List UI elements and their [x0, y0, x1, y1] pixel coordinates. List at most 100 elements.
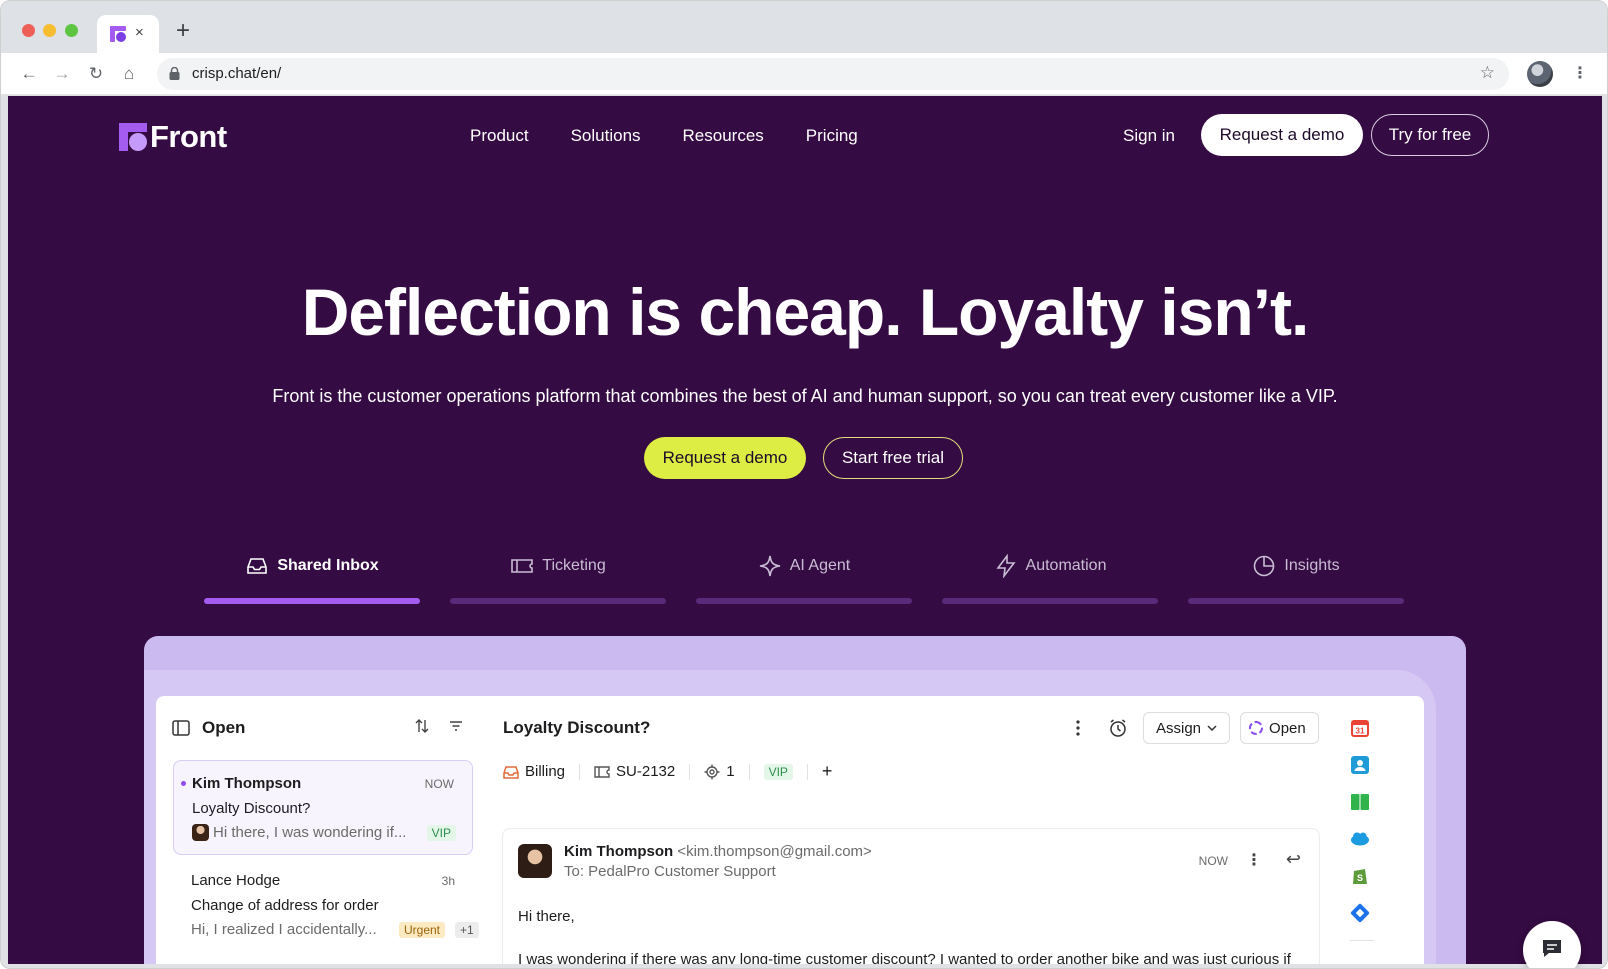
header-request-demo-button[interactable]: Request a demo — [1201, 114, 1363, 156]
tab-ticketing[interactable]: Ticketing — [450, 552, 666, 608]
tab-indicator — [1188, 598, 1404, 604]
sparkle-icon — [759, 555, 780, 577]
page-content: Front Product Solutions Resources Pricin… — [8, 96, 1602, 964]
email-time: NOW — [1198, 854, 1228, 868]
message-title: Loyalty Discount? — [503, 718, 651, 737]
divider — [579, 763, 581, 780]
tab-insights[interactable]: Insights — [1188, 552, 1404, 608]
email-more-icon[interactable]: ⋮ — [1246, 850, 1262, 870]
vip-tag[interactable]: VIP — [763, 763, 793, 780]
try-for-free-button[interactable]: Try for free — [1371, 114, 1489, 156]
more-tags-badge: +1 — [455, 922, 479, 938]
sidebar-toggle-icon[interactable] — [172, 720, 190, 736]
chat-icon — [1543, 940, 1561, 957]
minimize-window-button[interactable] — [43, 24, 56, 37]
pie-chart-icon — [1254, 555, 1275, 577]
avatar — [192, 824, 209, 841]
browser-menu-icon[interactable]: ⋮ — [1572, 63, 1588, 85]
sender-avatar — [518, 844, 552, 878]
reply-icon[interactable]: ↩ — [1286, 849, 1301, 870]
filter-icon[interactable] — [448, 718, 464, 734]
feature-tabs: Shared Inbox Ticketing AI Agent Automati… — [204, 552, 1416, 612]
hero-request-demo-button[interactable]: Request a demo — [644, 437, 806, 479]
book-icon[interactable] — [1350, 792, 1370, 812]
status-label: Open — [1269, 719, 1306, 737]
ticket-icon — [511, 559, 534, 573]
sender-name: Kim Thompson — [564, 843, 674, 860]
reload-button[interactable]: ↻ — [85, 63, 107, 85]
salesforce-icon[interactable] — [1350, 829, 1370, 849]
conversation-preview: Hi there, I was wondering if... — [192, 824, 406, 841]
maximize-window-button[interactable] — [65, 24, 78, 37]
inbox-chip[interactable]: Billing — [503, 763, 565, 780]
browser-window: × + ← → ↻ ⌂ crisp.chat/en/ ☆ ⋮ Front Pro… — [0, 0, 1608, 969]
ticket-chip[interactable]: SU-2132 — [594, 763, 675, 780]
conversation-name: Kim Thompson — [192, 775, 302, 792]
tab-ai-agent[interactable]: AI Agent — [696, 552, 912, 608]
jira-icon[interactable] — [1350, 903, 1370, 923]
forward-button[interactable]: → — [51, 63, 73, 85]
open-status-icon — [1249, 721, 1264, 735]
close-window-button[interactable] — [22, 24, 35, 37]
inbox-icon — [247, 558, 268, 574]
conversation-time: NOW — [424, 777, 454, 791]
nav-product[interactable]: Product — [470, 126, 529, 146]
tab-label: Insights — [1284, 557, 1340, 574]
list-tools — [414, 718, 464, 734]
assign-label: Assign — [1156, 719, 1202, 737]
divider — [806, 763, 808, 780]
browser-tab[interactable]: × — [97, 15, 159, 53]
assign-button[interactable]: Assign — [1143, 712, 1231, 744]
start-free-trial-button[interactable]: Start free trial — [823, 437, 963, 479]
calendar-icon[interactable]: 31 — [1350, 718, 1370, 738]
tab-strip: × + — [1, 1, 1607, 53]
more-options-icon[interactable] — [1063, 712, 1093, 744]
shopify-icon[interactable]: S — [1350, 866, 1370, 886]
tab-label: AI Agent — [789, 557, 851, 574]
tab-indicator — [450, 598, 666, 604]
tab-automation[interactable]: Automation — [942, 552, 1158, 608]
front-logo[interactable]: Front — [119, 119, 227, 154]
nav-pricing[interactable]: Pricing — [806, 126, 858, 146]
conversation-list-header: Open — [172, 718, 245, 738]
bookmark-star-icon[interactable]: ☆ — [1480, 63, 1495, 83]
main-nav: Product Solutions Resources Pricing — [470, 126, 858, 146]
follower-count: 1 — [726, 763, 735, 780]
add-tag-button[interactable]: + — [822, 761, 833, 782]
ticket-icon — [594, 765, 610, 778]
conversation-item[interactable]: Lance Hodge 3h Change of address for ord… — [173, 858, 479, 953]
address-bar[interactable]: crisp.chat/en/ ☆ — [157, 58, 1509, 90]
tab-label: Automation — [1025, 557, 1107, 574]
home-button[interactable]: ⌂ — [118, 63, 140, 85]
tab-shared-inbox[interactable]: Shared Inbox — [204, 552, 420, 608]
divider — [689, 763, 691, 780]
status-open-button[interactable]: Open — [1240, 712, 1319, 744]
integrations-rail: 31 S — [1350, 718, 1374, 941]
nav-resources[interactable]: Resources — [683, 126, 764, 146]
follower-count-chip[interactable]: 1 — [704, 763, 735, 780]
profile-avatar[interactable] — [1527, 61, 1553, 87]
message-actions: Assign Open — [1063, 712, 1319, 744]
demo-app-window: Open Kim Thompson NOW Loyalty Discount? … — [156, 696, 1424, 964]
sign-in-link[interactable]: Sign in — [1123, 126, 1175, 146]
close-tab-icon[interactable]: × — [135, 23, 144, 43]
lock-icon — [169, 67, 180, 80]
hero-subtitle: Front is the customer operations platfor… — [272, 386, 1338, 406]
conversation-subject: Loyalty Discount? — [192, 800, 311, 817]
sort-icon[interactable] — [414, 718, 430, 734]
tab-indicator — [942, 598, 1158, 604]
sender-email: <kim.thompson@gmail.com> — [677, 843, 872, 860]
vip-tag: VIP — [426, 825, 456, 841]
nav-solutions[interactable]: Solutions — [571, 126, 641, 146]
url-text[interactable]: crisp.chat/en/ — [192, 65, 281, 82]
back-button[interactable]: ← — [18, 63, 40, 85]
contact-icon[interactable] — [1350, 755, 1370, 775]
new-tab-button[interactable]: + — [176, 19, 190, 43]
conversation-name: Lance Hodge — [191, 872, 281, 889]
inbox-icon — [503, 765, 519, 779]
conversation-item[interactable]: Kim Thompson NOW Loyalty Discount? Hi th… — [173, 760, 473, 855]
tab-indicator — [696, 598, 912, 604]
target-icon — [704, 764, 720, 779]
snooze-clock-icon[interactable] — [1103, 712, 1133, 744]
tab-indicator — [204, 598, 420, 604]
